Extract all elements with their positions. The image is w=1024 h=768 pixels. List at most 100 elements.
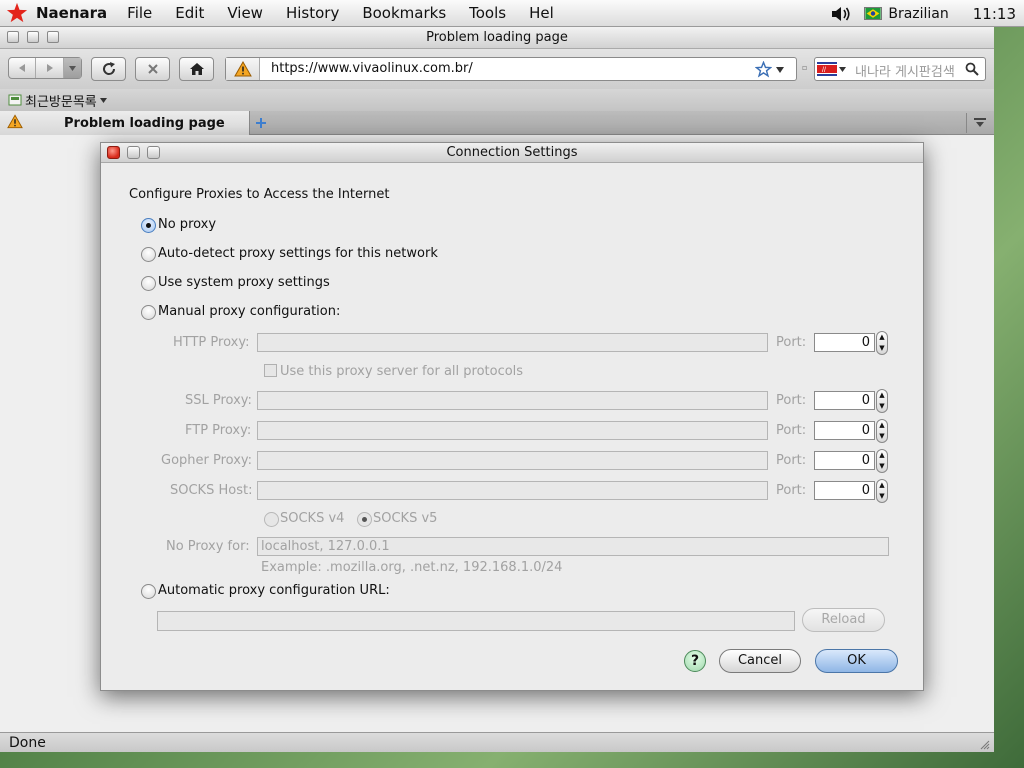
auto-config-url-radio[interactable] [141,584,156,599]
connection-settings-dialog: Connection Settings Configure Proxies to… [100,142,924,691]
socks-port-input[interactable]: 0 [814,481,875,500]
warning-icon [7,114,23,129]
site-identity-button[interactable] [226,58,260,80]
url-dropdown-icon[interactable] [776,67,784,73]
socks-v4-label[interactable]: SOCKS v4 [280,511,344,526]
star-logo-icon[interactable] [6,2,28,24]
ssl-port-label: Port: [776,393,807,408]
auto-detect-label[interactable]: Auto-detect proxy settings for this netw… [158,246,438,261]
brazil-flag-icon[interactable] [864,7,883,20]
forward-button[interactable] [36,58,64,78]
cancel-button[interactable]: Cancel [719,649,801,673]
reload-button[interactable]: Reload [802,608,885,632]
toolbar-separator: ▫ [802,63,808,72]
help-button[interactable]: ? [684,650,706,672]
new-tab-plus-icon[interactable] [255,117,267,129]
menu-tools[interactable]: Tools [469,4,506,22]
use-for-all-label[interactable]: Use this proxy server for all protocols [280,364,523,379]
system-proxy-label[interactable]: Use system proxy settings [158,275,330,290]
history-dropdown-button[interactable] [64,58,81,78]
menu-help[interactable]: Hel [529,4,554,22]
gopher-port-stepper[interactable]: ▲ ▼ [876,449,888,473]
menubar-clock[interactable]: 11:13 [973,5,1016,23]
reload-button[interactable] [91,57,126,81]
dialog-zoom-button[interactable] [147,146,160,159]
dialog-minimize-button[interactable] [127,146,140,159]
menu-view[interactable]: View [227,4,263,22]
socks-host-input[interactable] [257,481,768,500]
no-proxy-label[interactable]: No proxy [158,217,216,232]
ssl-port-input[interactable]: 0 [814,391,875,410]
menu-edit[interactable]: Edit [175,4,204,22]
volume-icon[interactable] [830,5,852,23]
manual-proxy-radio[interactable] [141,305,156,320]
no-proxy-radio[interactable] [141,218,156,233]
ssl-port-stepper[interactable]: ▲ ▼ [876,389,888,413]
tab-problem-loading-page[interactable]: Problem loading page [0,111,250,135]
menu-bookmarks[interactable]: Bookmarks [362,4,446,22]
auto-detect-radio[interactable] [141,247,156,262]
menu-file[interactable]: File [127,4,152,22]
window-close-button[interactable] [7,31,19,43]
app-name-menu[interactable]: Naenara [36,4,107,22]
search-engine-button[interactable]: // [817,60,849,78]
stop-button[interactable] [135,57,170,81]
use-for-all-checkbox[interactable] [264,364,277,377]
home-button[interactable] [179,57,214,81]
dialog-close-button[interactable] [107,146,120,159]
magnifier-icon[interactable] [965,62,979,76]
window-minimize-button[interactable] [27,31,39,43]
ok-button[interactable]: OK [815,649,898,673]
http-proxy-input[interactable] [257,333,768,352]
url-text[interactable]: https://www.vivaolinux.com.br/ [271,61,473,76]
gopher-proxy-label: Gopher Proxy: [161,453,253,468]
auto-config-url-label[interactable]: Automatic proxy configuration URL: [158,583,390,598]
gopher-proxy-input[interactable] [257,451,768,470]
ftp-proxy-label: FTP Proxy: [185,423,252,438]
system-proxy-radio[interactable] [141,276,156,291]
home-icon [189,63,204,75]
chevron-down-icon[interactable] [99,97,107,103]
no-proxy-for-input[interactable]: localhost, 127.0.0.1 [257,537,889,556]
system-menubar: Naenara File Edit View History Bookmarks… [0,0,1024,27]
browser-titlebar: Problem loading page [0,27,994,49]
window-zoom-button[interactable] [47,31,59,43]
http-port-stepper[interactable]: ▲ ▼ [876,331,888,355]
recent-history-menu[interactable]: 최근방문목록 [25,91,97,110]
search-bar[interactable]: // 내나라 게시판검색 [814,57,986,81]
bookmark-star-icon[interactable] [755,61,772,78]
stop-icon [147,64,158,74]
svg-text://: // [822,67,826,74]
manual-proxy-label[interactable]: Manual proxy configuration: [158,304,340,319]
resize-grip-icon[interactable] [978,738,990,750]
tab-bar: Problem loading page [0,111,994,135]
window-title: Problem loading page [426,30,568,45]
warning-icon [233,61,252,77]
list-all-tabs-button[interactable] [966,113,992,133]
back-arrow-icon [19,64,25,72]
bookmarks-toolbar: 최근방문목록 [0,89,994,111]
menu-history[interactable]: History [286,4,339,22]
ftp-port-label: Port: [776,423,807,438]
auto-config-url-input[interactable] [157,611,795,631]
input-source-label[interactable]: Brazilian [888,6,948,22]
ftp-proxy-input[interactable] [257,421,768,440]
socks-v5-label[interactable]: SOCKS v5 [373,511,437,526]
socks-port-label: Port: [776,483,807,498]
dialog-title: Connection Settings [446,145,578,160]
socks-v5-radio[interactable] [357,512,372,527]
ssl-proxy-input[interactable] [257,391,768,410]
ftp-port-stepper[interactable]: ▲ ▼ [876,419,888,443]
ftp-port-input[interactable]: 0 [814,421,875,440]
back-button[interactable] [9,58,36,78]
socks-v4-radio[interactable] [264,512,279,527]
http-proxy-label: HTTP Proxy: [173,335,250,350]
navigation-toolbar: https://www.vivaolinux.com.br/ ▫ // 내나라 … [0,49,994,89]
search-placeholder[interactable]: 내나라 게시판검색 [855,61,955,80]
address-bar[interactable]: https://www.vivaolinux.com.br/ [225,57,797,81]
no-proxy-for-label: No Proxy for: [166,539,250,554]
socks-port-stepper[interactable]: ▲ ▼ [876,479,888,503]
gopher-port-input[interactable]: 0 [814,451,875,470]
search-engine-icon: // [817,62,837,76]
http-port-input[interactable]: 0 [814,333,875,352]
